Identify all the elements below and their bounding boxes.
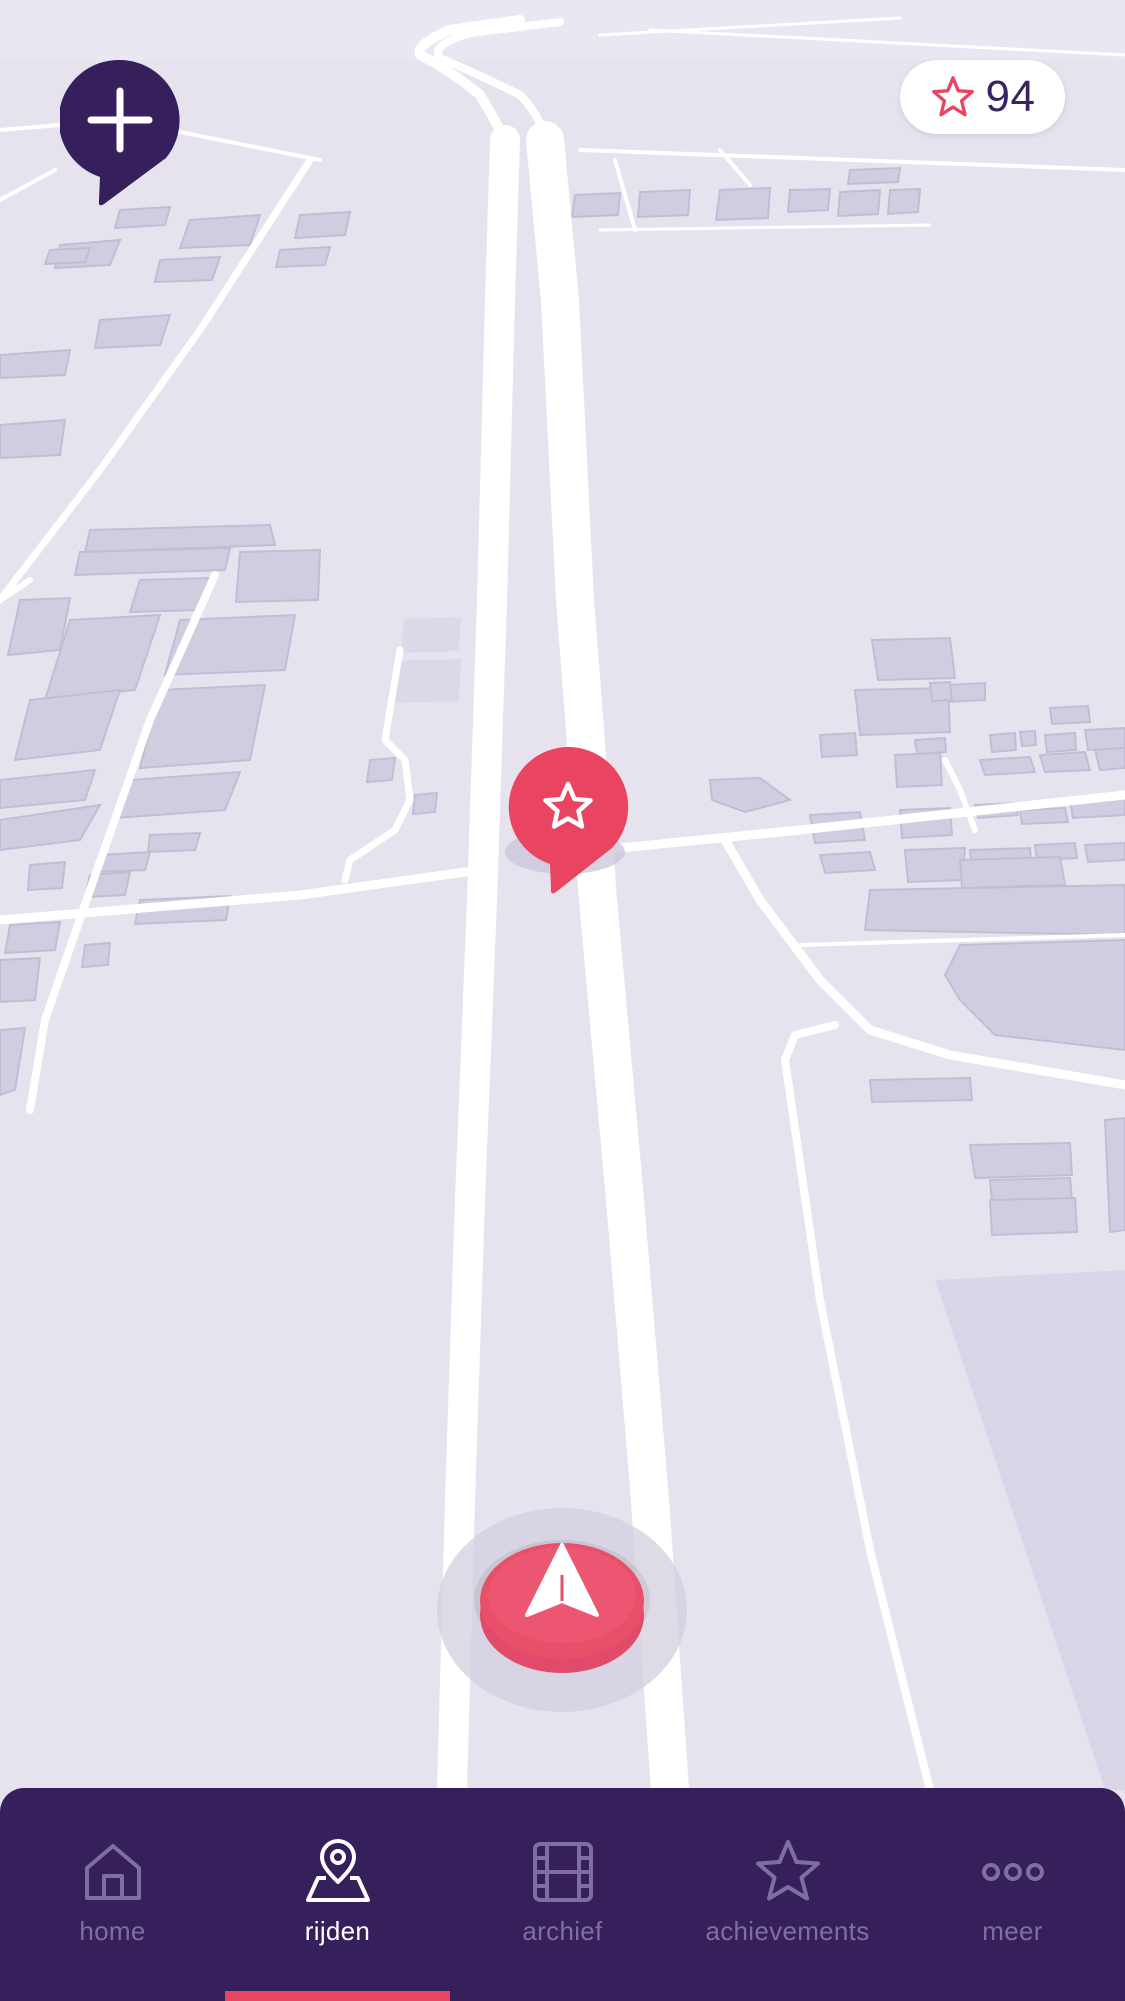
navigation-arrow-icon (437, 1508, 687, 1712)
poi-marker[interactable] (500, 740, 640, 900)
score-value: 94 (985, 72, 1036, 121)
tab-home-label: home (79, 1916, 146, 1946)
map-pin-icon (305, 1839, 370, 1902)
star-icon (505, 746, 629, 894)
tab-achievements-label: achievements (705, 1916, 870, 1946)
tab-meer[interactable]: meer (900, 1788, 1125, 2001)
tab-rijden-label: rijden (304, 1916, 371, 1946)
tab-archief-label: archief (522, 1916, 603, 1946)
active-tab-indicator (225, 1991, 450, 2001)
bottom-tab-bar: home rijden archief achievements meer (0, 1788, 1125, 2001)
star-icon (755, 1840, 820, 1901)
add-location-button[interactable] (58, 59, 180, 210)
tab-home[interactable]: home (0, 1788, 225, 2001)
home-icon (84, 1844, 141, 1900)
more-dots-icon (981, 1863, 1044, 1881)
film-icon (532, 1842, 593, 1902)
tab-archief[interactable]: archief (450, 1788, 675, 2001)
plus-icon (58, 59, 180, 206)
score-badge[interactable]: 94 (900, 60, 1065, 134)
tab-achievements[interactable]: achievements (675, 1788, 900, 2001)
tab-rijden[interactable]: rijden (225, 1788, 450, 2001)
star-icon (931, 76, 974, 117)
tab-meer-label: meer (982, 1916, 1043, 1946)
navigate-button[interactable] (435, 1505, 690, 1715)
